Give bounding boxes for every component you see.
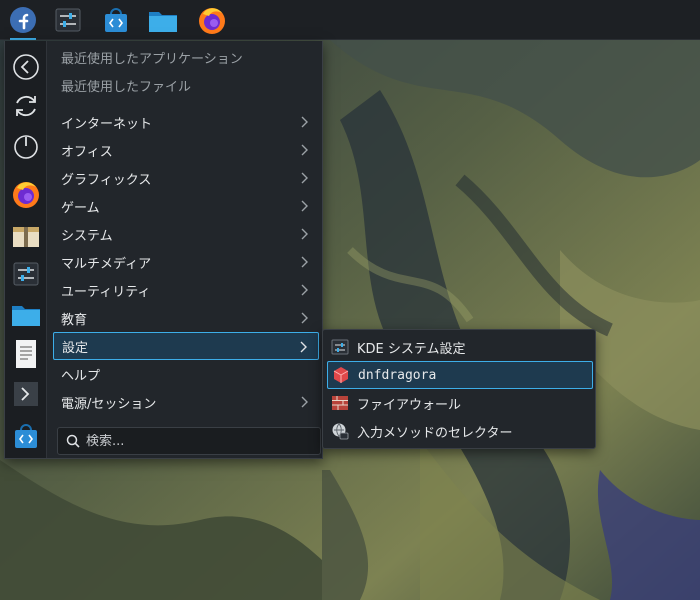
search-box[interactable] (57, 427, 321, 455)
firewall-icon (331, 394, 349, 412)
favorite-files[interactable] (10, 298, 42, 330)
favorite-back[interactable] (10, 51, 42, 83)
menu-item-power-session[interactable]: 電源/セッション (53, 388, 319, 416)
menu-item-label: ヘルプ (61, 368, 101, 384)
firefox-button[interactable] (195, 3, 229, 37)
sliders-icon (13, 262, 39, 286)
search-icon (66, 434, 80, 448)
menu-item-recent-files[interactable]: 最近使用したファイル (53, 71, 319, 99)
submenu-item-input-method[interactable]: 入力メソッドのセレクター (327, 417, 593, 445)
menu-item-label: オフィス (61, 144, 113, 160)
application-launcher-button[interactable] (6, 3, 40, 40)
firefox-icon (13, 182, 39, 208)
menu-item-label: 教育 (61, 312, 88, 328)
menu-item-label: マルチメディア (61, 256, 152, 272)
menu-item-recent-apps[interactable]: 最近使用したアプリケーション (53, 43, 319, 71)
favorite-reboot[interactable] (10, 90, 42, 122)
chevron-right-icon (301, 256, 308, 268)
store-bag-icon (105, 8, 127, 32)
back-circle-icon (13, 54, 39, 80)
software-store-button[interactable] (99, 3, 133, 37)
chevron-right-icon (301, 228, 308, 240)
sliders-icon (55, 8, 81, 32)
favorite-store[interactable] (10, 420, 42, 452)
menu-item-settings[interactable]: 設定 (53, 332, 319, 360)
store-bag-icon (15, 424, 37, 448)
search-input[interactable] (86, 433, 306, 449)
chevron-right-icon (301, 284, 308, 296)
submenu-item-kde-settings[interactable]: KDE システム設定 (327, 333, 593, 361)
favorite-settings[interactable] (10, 258, 42, 290)
menu-item-education[interactable]: 教育 (53, 304, 319, 332)
submenu-item-label: ファイアウォール (357, 397, 462, 413)
menu-item-games[interactable]: ゲーム (53, 192, 319, 220)
reboot-icon (16, 95, 36, 117)
file-manager-button[interactable] (146, 3, 180, 37)
menu-item-label: 電源/セッション (61, 396, 157, 412)
submenu-item-label: 入力メソッドのセレクター (357, 425, 513, 441)
submenu-item-label: dnfdragora (358, 367, 437, 383)
menu-item-help[interactable]: ヘルプ (53, 360, 319, 388)
favorite-document[interactable] (10, 338, 42, 370)
submenu-item-firewall[interactable]: ファイアウォール (327, 389, 593, 417)
favorite-firefox[interactable] (10, 178, 42, 210)
submenu-item-label: KDE システム設定 (357, 341, 466, 357)
fedora-logo-icon (10, 7, 36, 33)
menu-item-multimedia[interactable]: マルチメディア (53, 248, 319, 276)
firefox-icon (199, 8, 225, 34)
chevron-right-icon (301, 200, 308, 212)
menu-item-internet[interactable]: インターネット (53, 108, 319, 136)
application-menu: 最近使用したアプリケーション 最近使用したファイル インターネット オフィス グ… (4, 41, 323, 459)
menu-item-office[interactable]: オフィス (53, 136, 319, 164)
menu-item-label: 最近使用したファイル (61, 79, 192, 95)
system-settings-button[interactable] (51, 3, 85, 37)
dnfdragora-icon (332, 366, 350, 384)
menu-item-label: システム (61, 228, 113, 244)
menu-item-system[interactable]: システム (53, 220, 319, 248)
archive-icon (13, 227, 39, 247)
menu-item-label: ユーティリティ (61, 284, 151, 300)
menu-item-label: 設定 (62, 340, 89, 356)
menu-item-label: ゲーム (61, 200, 100, 216)
settings-submenu: KDE システム設定 dnfdragora ファイアウォール 入力メソッドのセレ… (322, 329, 596, 449)
kde-settings-icon (331, 338, 349, 356)
terminal-icon (14, 382, 38, 406)
menu-item-label: インターネット (61, 116, 153, 132)
document-icon (16, 340, 36, 368)
chevron-right-icon (301, 144, 308, 156)
top-panel (0, 0, 700, 40)
chevron-right-icon (301, 116, 308, 128)
folder-icon (12, 306, 40, 326)
favorite-archive[interactable] (10, 219, 42, 251)
input-method-icon (331, 422, 349, 440)
favorite-terminal[interactable] (10, 378, 42, 410)
submenu-item-dnfdragora[interactable]: dnfdragora (327, 361, 593, 389)
menu-item-utilities[interactable]: ユーティリティ (53, 276, 319, 304)
favorites-sidebar (5, 41, 47, 458)
menu-item-graphics[interactable]: グラフィックス (53, 164, 319, 192)
menu-item-label: 最近使用したアプリケーション (61, 51, 243, 67)
chevron-right-icon (301, 312, 308, 324)
power-icon (14, 135, 38, 159)
chevron-right-icon (300, 341, 307, 353)
folder-icon (149, 12, 177, 32)
menu-item-label: グラフィックス (61, 172, 152, 188)
chevron-right-icon (301, 172, 308, 184)
chevron-right-icon (301, 396, 308, 408)
favorite-shutdown[interactable] (10, 130, 42, 162)
